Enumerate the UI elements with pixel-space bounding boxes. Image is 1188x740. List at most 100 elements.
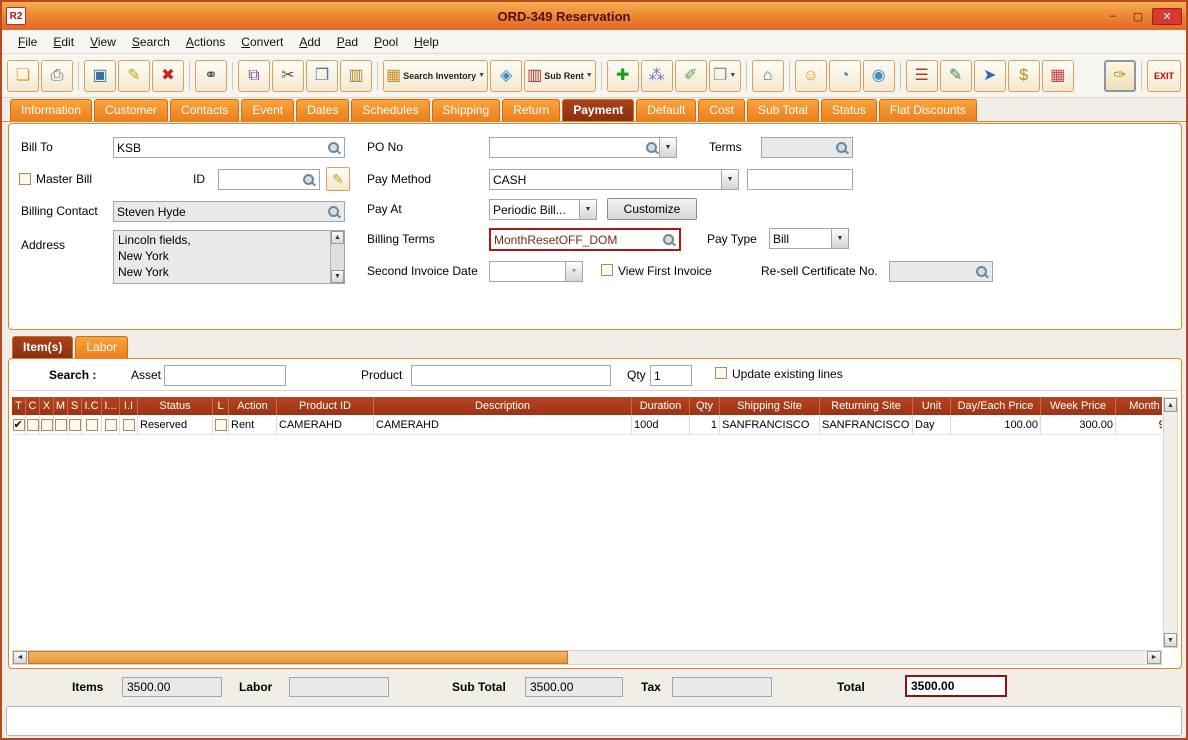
column-header-unit[interactable]: Unit <box>913 397 951 415</box>
address-scrollbar[interactable]: ▲ ▼ <box>330 231 344 283</box>
tab-return[interactable]: Return <box>502 99 561 121</box>
scroll-down-icon[interactable]: ▼ <box>1164 633 1177 647</box>
cell-unit[interactable]: Day <box>913 415 951 435</box>
edit-document-button[interactable]: ✎ <box>939 59 972 92</box>
chevron-down-icon[interactable]: ▼ <box>659 138 676 157</box>
group-items-button[interactable]: ⁂ <box>640 59 673 92</box>
tab-cost[interactable]: Cost <box>698 99 745 121</box>
search-icon[interactable] <box>302 173 316 187</box>
customer-smiley-button[interactable]: ☺ <box>794 59 827 92</box>
search-icon[interactable] <box>327 141 341 155</box>
money-button[interactable]: $ <box>1007 59 1040 92</box>
paste-button[interactable]: ▥ <box>340 59 372 92</box>
menu-item-view[interactable]: View <box>82 33 124 51</box>
row-checkbox[interactable] <box>104 418 117 431</box>
row-checkbox[interactable] <box>214 418 227 431</box>
column-header-action[interactable]: Action <box>229 397 277 415</box>
tab-item-s-[interactable]: Item(s) <box>12 336 74 358</box>
tab-schedules[interactable]: Schedules <box>351 99 430 121</box>
address-box[interactable]: Lincoln fields, New York New York ▲ ▼ <box>113 230 345 284</box>
menu-item-actions[interactable]: Actions <box>178 33 233 51</box>
new-document-button[interactable]: ❏ <box>7 59 39 92</box>
chevron-down-icon[interactable]: ▼ <box>478 72 485 79</box>
edit-id-button[interactable]: ✎ <box>326 167 350 191</box>
search-icon[interactable] <box>645 141 659 155</box>
cell-i1[interactable] <box>102 415 120 435</box>
column-header-day-each-price[interactable]: Day/Each Price <box>951 397 1041 415</box>
row-checkbox[interactable] <box>40 418 53 431</box>
row-checkbox[interactable] <box>68 418 81 431</box>
menu-item-pool[interactable]: Pool <box>366 33 406 51</box>
items-table-row[interactable]: ReservedRentCAMERAHDCAMERAHD100d1SANFRAN… <box>12 415 1162 435</box>
cell-status[interactable]: Reserved <box>138 415 213 435</box>
bill-to-field[interactable]: KSB <box>113 137 345 158</box>
column-header-description[interactable]: Description <box>374 397 632 415</box>
id-field[interactable] <box>218 169 320 190</box>
tab-shipping[interactable]: Shipping <box>431 99 501 121</box>
transfer-document-button[interactable]: ⧉ <box>238 59 270 92</box>
column-header-i-[interactable]: I... <box>102 397 120 415</box>
edit-pencil-button[interactable]: ✎ <box>118 59 150 92</box>
row-checkbox[interactable] <box>26 418 39 431</box>
search-icon[interactable] <box>975 265 989 279</box>
tab-flat-discounts[interactable]: Flat Discounts <box>878 99 977 121</box>
copy-button[interactable]: ❐ <box>306 59 338 92</box>
history-clock-button[interactable]: ◔ <box>828 59 861 92</box>
row-checkbox-checked[interactable] <box>12 418 25 431</box>
menu-item-help[interactable]: Help <box>406 33 447 51</box>
chevron-down-icon[interactable]: ▼ <box>721 170 738 189</box>
cell-qty[interactable]: 1 <box>690 415 720 435</box>
menu-item-convert[interactable]: Convert <box>233 33 291 51</box>
tab-default[interactable]: Default <box>636 99 697 121</box>
scroll-up-icon[interactable]: ▲ <box>331 231 344 244</box>
cell-returning-site[interactable]: SANFRANCISCO <box>820 415 913 435</box>
scroll-left-icon[interactable]: ◄ <box>13 651 27 664</box>
horizontal-scrollbar[interactable]: ◄ ► <box>12 650 1162 665</box>
site-printer-button[interactable]: ⌂ <box>751 59 784 92</box>
cell-day-each-price[interactable]: 100.00 <box>951 415 1041 435</box>
save-button[interactable]: ▣ <box>84 59 116 92</box>
scroll-right-icon[interactable]: ► <box>1147 651 1161 664</box>
tab-sub-total[interactable]: Sub Total <box>747 99 819 121</box>
column-header-product-id[interactable]: Product ID <box>277 397 374 415</box>
search-inventory-button[interactable]: ▦ Search Inventory ▼ <box>383 59 489 92</box>
copy-lines-button[interactable]: ❒ ▼ <box>708 59 741 92</box>
cell-s[interactable] <box>68 415 82 435</box>
tab-payment[interactable]: Payment <box>562 99 635 121</box>
wand-button[interactable]: ✑ <box>1103 59 1136 92</box>
master-bill-checkbox[interactable] <box>19 173 31 185</box>
menu-item-search[interactable]: Search <box>124 33 178 51</box>
vertical-scrollbar[interactable]: ▲ ▼ <box>1163 397 1178 648</box>
delete-button[interactable]: ✖ <box>152 59 184 92</box>
tab-information[interactable]: Information <box>10 99 93 121</box>
scrollbar-thumb[interactable] <box>28 651 568 664</box>
chevron-down-icon[interactable]: ▼ <box>579 200 596 219</box>
row-checkbox[interactable] <box>85 418 98 431</box>
column-header-i-c[interactable]: I.C <box>82 397 102 415</box>
minimize-button[interactable]: – <box>1102 8 1124 25</box>
chevron-down-icon[interactable]: ▼ <box>729 72 736 79</box>
billing-contact-field[interactable]: Steven Hyde <box>113 201 345 222</box>
chevron-down-icon[interactable]: ▼ <box>831 229 848 248</box>
column-header-qty[interactable]: Qty <box>690 397 720 415</box>
print-button[interactable]: ⎙ <box>41 59 73 92</box>
column-header-s[interactable]: S <box>68 397 82 415</box>
tab-labor[interactable]: Labor <box>75 336 129 358</box>
close-button[interactable]: ✕ <box>1152 7 1182 25</box>
menu-item-pad[interactable]: Pad <box>329 33 366 51</box>
column-header-l[interactable]: L <box>213 397 229 415</box>
cell-t[interactable] <box>12 415 26 435</box>
column-header-month[interactable]: Month <box>1116 397 1162 415</box>
cell-product-id[interactable]: CAMERAHD <box>277 415 374 435</box>
chevron-down-icon[interactable]: ▼ <box>565 262 582 281</box>
sub-rent-button[interactable]: ▥ Sub Rent ▼ <box>524 59 596 92</box>
po-no-field[interactable]: ▼ <box>489 137 677 158</box>
cell-l[interactable] <box>213 415 229 435</box>
view-first-invoice-checkbox[interactable] <box>601 264 613 276</box>
cell-c[interactable] <box>26 415 40 435</box>
column-header-status[interactable]: Status <box>138 397 213 415</box>
billing-terms-field[interactable]: MonthResetOFF_DOM <box>489 228 681 251</box>
cell-week-price[interactable]: 300.00 <box>1041 415 1116 435</box>
cubes-button[interactable]: ▦ <box>1041 59 1074 92</box>
column-header-i-i[interactable]: I.I <box>120 397 138 415</box>
